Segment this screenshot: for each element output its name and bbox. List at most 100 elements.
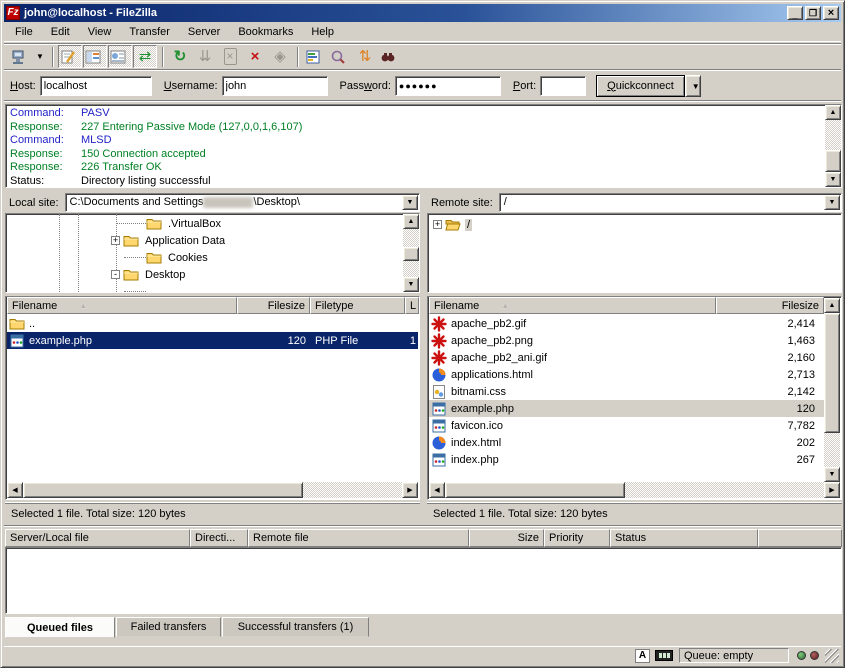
find-files-button[interactable] xyxy=(378,45,402,68)
reconnect-button[interactable]: ◈ xyxy=(268,45,292,68)
scroll-left-button[interactable]: ◀ xyxy=(429,482,445,498)
table-row[interactable]: index.html 202 xyxy=(429,434,824,451)
title-bar[interactable]: Fz john@localhost - FileZilla _ ❐ × xyxy=(4,4,841,22)
scrollbar-thumb[interactable] xyxy=(445,482,625,498)
tree-item-virtualbox[interactable]: .VirtualBox xyxy=(146,215,223,232)
menu-view[interactable]: View xyxy=(79,24,121,40)
log-scrollbar[interactable]: ▲ ▼ xyxy=(825,105,841,187)
queue-list[interactable] xyxy=(5,547,842,614)
remote-site-combobox[interactable]: / ▼ xyxy=(499,193,842,212)
process-queue-button[interactable]: ⇊ xyxy=(193,45,217,68)
scroll-down-button[interactable]: ▼ xyxy=(403,277,419,292)
local-site-dropdown[interactable]: ▼ xyxy=(402,195,418,210)
scrollbar-track[interactable] xyxy=(824,433,840,467)
expand-icon[interactable]: + xyxy=(433,220,442,229)
queue-column-status[interactable]: Status xyxy=(610,529,758,547)
remote-column-filesize[interactable]: Filesize xyxy=(716,297,824,314)
username-input[interactable] xyxy=(222,76,328,96)
cancel-operation-button[interactable]: × xyxy=(218,45,242,68)
scrollbar-thumb[interactable] xyxy=(23,482,303,498)
local-column-lastmodified[interactable]: L xyxy=(405,297,419,314)
tree-item-root[interactable]: + / xyxy=(433,216,472,233)
tree-item-application-data[interactable]: + Application Data xyxy=(111,232,227,249)
port-input[interactable] xyxy=(540,76,586,96)
synchronized-browsing-button[interactable]: ⇅ xyxy=(353,45,377,68)
site-manager-button[interactable] xyxy=(8,45,32,68)
remote-column-filename[interactable]: Filename▲ xyxy=(429,297,716,314)
queue-column-blank[interactable] xyxy=(758,529,842,547)
local-site-combobox[interactable]: C:\Documents and Settings\Desktop\ ▼ xyxy=(65,193,420,212)
disconnect-button[interactable]: × xyxy=(243,45,267,68)
scroll-right-button[interactable]: ▶ xyxy=(402,482,418,498)
table-row[interactable]: bitnami.css 2,142 xyxy=(429,383,824,400)
local-column-filetype[interactable]: Filetype xyxy=(310,297,405,314)
toggle-message-log-button[interactable] xyxy=(58,45,82,68)
site-manager-dropdown[interactable]: ▼ xyxy=(33,45,47,68)
scroll-left-button[interactable]: ◀ xyxy=(7,482,23,498)
table-row[interactable]: favicon.ico 7,782 xyxy=(429,417,824,434)
remote-vertical-scrollbar[interactable]: ▲ ▼ xyxy=(824,298,840,482)
scrollbar-track[interactable] xyxy=(825,120,841,150)
scrollbar-track[interactable] xyxy=(403,229,419,247)
scroll-up-button[interactable]: ▲ xyxy=(825,105,841,120)
scroll-up-button[interactable]: ▲ xyxy=(824,298,840,313)
table-row-selected[interactable]: example.php 120 xyxy=(429,400,824,417)
menu-transfer[interactable]: Transfer xyxy=(120,24,179,40)
refresh-button[interactable]: ↻ xyxy=(168,45,192,68)
host-input[interactable] xyxy=(40,76,152,96)
minimize-button[interactable]: _ xyxy=(787,6,803,20)
scrollbar-track[interactable] xyxy=(625,482,824,498)
resize-grip[interactable] xyxy=(825,649,839,663)
collapse-icon[interactable]: - xyxy=(111,270,120,279)
menu-bookmarks[interactable]: Bookmarks xyxy=(229,24,302,40)
local-column-filesize[interactable]: Filesize xyxy=(237,297,310,314)
table-row[interactable]: .. xyxy=(7,315,418,332)
queue-column-priority[interactable]: Priority xyxy=(544,529,610,547)
tab-queued-files[interactable]: Queued files xyxy=(5,617,115,638)
remote-horizontal-scrollbar[interactable]: ◀ ▶ xyxy=(429,482,840,498)
tree-item-cookies[interactable]: Cookies xyxy=(146,249,210,266)
local-column-filename[interactable]: Filename▲ xyxy=(7,297,237,314)
scroll-right-button[interactable]: ▶ xyxy=(824,482,840,498)
queue-column-serverlocal[interactable]: Server/Local file xyxy=(5,529,190,547)
table-row[interactable]: apache_pb2.gif 2,414 xyxy=(429,315,824,332)
tab-failed-transfers[interactable]: Failed transfers xyxy=(116,617,221,637)
table-row[interactable]: apache_pb2_ani.gif 2,160 xyxy=(429,349,824,366)
scrollbar-thumb[interactable] xyxy=(825,150,841,172)
table-row[interactable]: applications.html 2,713 xyxy=(429,366,824,383)
menu-help[interactable]: Help xyxy=(302,24,343,40)
toggle-local-tree-button[interactable] xyxy=(83,45,107,68)
expand-icon[interactable]: + xyxy=(111,236,120,245)
directory-comparison-button[interactable] xyxy=(328,45,352,68)
remote-site-dropdown[interactable]: ▼ xyxy=(824,195,840,210)
table-row-selected[interactable]: example.php 120 PHP File 1 xyxy=(7,332,418,349)
local-horizontal-scrollbar[interactable]: ◀ ▶ xyxy=(7,482,418,498)
scroll-down-button[interactable]: ▼ xyxy=(824,467,840,482)
password-input[interactable] xyxy=(395,76,501,96)
queue-column-direction[interactable]: Directi... xyxy=(190,529,248,547)
local-tree-scrollbar[interactable]: ▲ ▼ xyxy=(403,214,419,292)
close-button[interactable]: × xyxy=(823,6,839,20)
scroll-down-button[interactable]: ▼ xyxy=(825,172,841,187)
toggle-queue-button[interactable]: ⇄ xyxy=(133,45,157,68)
folder-icon xyxy=(123,233,139,249)
queue-column-remotefile[interactable]: Remote file xyxy=(248,529,469,547)
toggle-remote-tree-button[interactable] xyxy=(108,45,132,68)
queue-column-size[interactable]: Size xyxy=(469,529,544,547)
menu-server[interactable]: Server xyxy=(179,24,229,40)
quickconnect-dropdown[interactable]: ▼ xyxy=(685,75,701,97)
quickconnect-button[interactable]: Quickconnect xyxy=(596,75,685,97)
menu-edit[interactable]: Edit xyxy=(42,24,79,40)
scrollbar-thumb[interactable] xyxy=(403,247,419,261)
table-row[interactable]: apache_pb2.png 1,463 xyxy=(429,332,824,349)
filter-button[interactable] xyxy=(303,45,327,68)
tree-item-desktop[interactable]: - Desktop xyxy=(111,266,187,283)
tab-successful-transfers[interactable]: Successful transfers (1) xyxy=(222,617,369,637)
table-row[interactable]: index.php 267 xyxy=(429,451,824,468)
scrollbar-track[interactable] xyxy=(303,482,402,498)
scroll-up-button[interactable]: ▲ xyxy=(403,214,419,229)
maximize-button[interactable]: ❐ xyxy=(805,6,821,20)
scrollbar-thumb[interactable] xyxy=(824,313,840,433)
scrollbar-track[interactable] xyxy=(403,261,419,277)
menu-file[interactable]: File xyxy=(6,24,42,40)
